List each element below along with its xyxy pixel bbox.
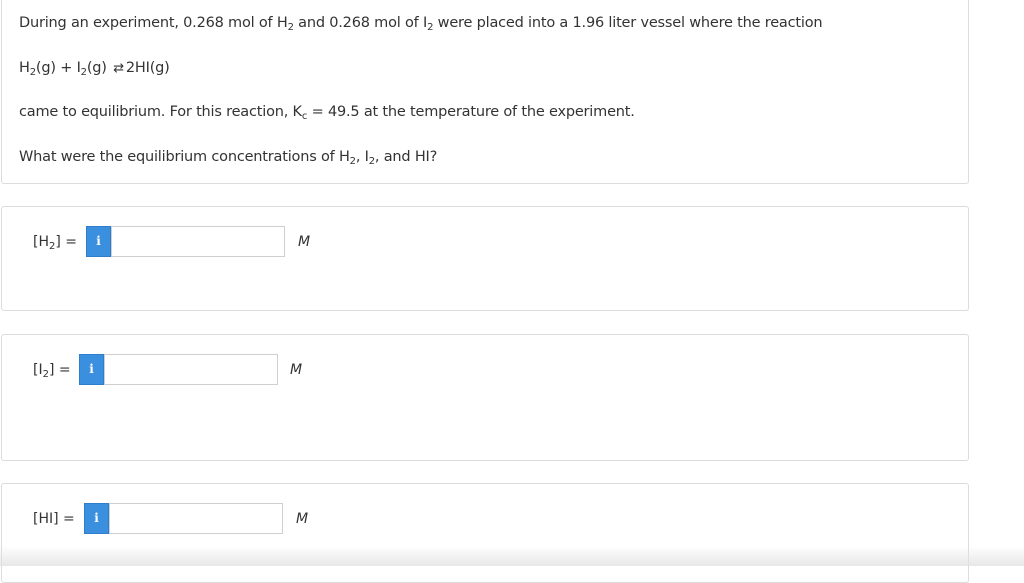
i2-concentration-label: [I2] =	[33, 361, 71, 380]
h2-concentration-input[interactable]	[111, 226, 285, 257]
question-text: came to equilibrium. For this reaction, …	[19, 104, 302, 120]
label-text: [I	[33, 362, 43, 378]
question-text: = 49.5 at the temperature of the experim…	[307, 104, 635, 120]
i2-concentration-input[interactable]	[104, 354, 278, 385]
label-text: [H	[33, 234, 49, 250]
info-icon[interactable]: i	[79, 354, 104, 385]
unit-molarity: M	[290, 362, 303, 378]
answer-card-hi: [HI] = i M	[1, 483, 969, 583]
equilibrium-constant-text: came to equilibrium. For this reaction, …	[19, 103, 635, 122]
question-text: were placed into a 1.96 liter vessel whe…	[433, 15, 823, 31]
equilibrium-arrow-icon: ⇄	[113, 61, 124, 76]
question-text: , and HI?	[374, 149, 438, 165]
h2-concentration-label: [H2] =	[33, 233, 78, 252]
question-text: and 0.268 mol of I	[293, 15, 428, 31]
hi-concentration-label: [HI] =	[33, 511, 75, 527]
reaction-equation: H2(g) + I2(g) ⇄ 2HI(g)	[19, 59, 170, 78]
answer-card-h2: [H2] = i M	[1, 206, 969, 311]
phase-label: (g)	[86, 60, 107, 76]
question-intro: During an experiment, 0.268 mol of H2 an…	[19, 14, 823, 33]
unit-molarity: M	[298, 234, 311, 250]
info-icon[interactable]: i	[86, 226, 111, 257]
question-text: During an experiment, 0.268 mol of H	[19, 15, 288, 31]
question-text: What were the equilibrium concentrations…	[19, 149, 350, 165]
plus-sign: +	[55, 60, 77, 76]
phase-label: (g)	[35, 60, 56, 76]
phase-label: (g)	[149, 60, 170, 76]
hi-concentration-input[interactable]	[109, 503, 283, 534]
label-text: ] =	[55, 234, 78, 250]
question-card: During an experiment, 0.268 mol of H2 an…	[1, 0, 969, 184]
product-hi: 2HI	[125, 60, 150, 76]
reactant-h2: H	[19, 60, 30, 76]
question-text: , I	[355, 149, 369, 165]
info-icon[interactable]: i	[84, 503, 109, 534]
unit-molarity: M	[296, 511, 309, 527]
question-prompt: What were the equilibrium concentrations…	[19, 148, 438, 167]
label-text: ] =	[48, 362, 71, 378]
answer-card-i2: [I2] = i M	[1, 334, 969, 461]
